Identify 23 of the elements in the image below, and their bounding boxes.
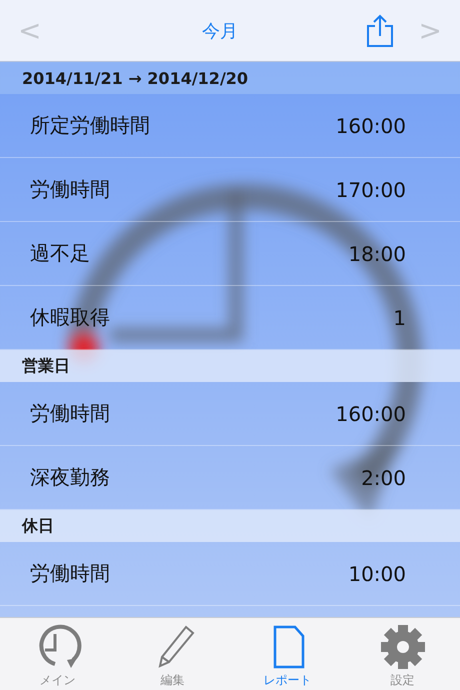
nav-title: 今月: [202, 20, 238, 42]
tab-item[interactable]: 編集: [115, 618, 230, 690]
share-icon[interactable]: [366, 14, 394, 48]
section-header: 2014/11/21 → 2014/12/20: [0, 62, 460, 94]
row-value: 18:00: [348, 242, 406, 266]
row-label: 深夜勤務: [30, 464, 110, 491]
row-value: 170:00: [336, 178, 406, 202]
tab-item[interactable]: 設定: [345, 618, 460, 690]
row-label: 所定労働時間: [30, 112, 150, 139]
section-header: 営業日: [0, 350, 460, 382]
row-label: 過不足: [30, 240, 90, 267]
row-value: 160:00: [336, 402, 406, 426]
row-value: 2:00: [361, 466, 406, 490]
row-label: 労働時間: [30, 176, 110, 203]
row-value: 10:00: [348, 562, 406, 586]
tab-item[interactable]: レポート: [230, 618, 345, 690]
section-header: 休日: [0, 510, 460, 542]
row-label: 労働時間: [30, 400, 110, 427]
tab-item[interactable]: メイン: [0, 618, 115, 690]
row-value: 160:00: [336, 114, 406, 138]
row-label: 労働時間: [30, 560, 110, 587]
row-label: 休暇取得: [30, 304, 110, 331]
row-value: 1: [393, 306, 406, 330]
